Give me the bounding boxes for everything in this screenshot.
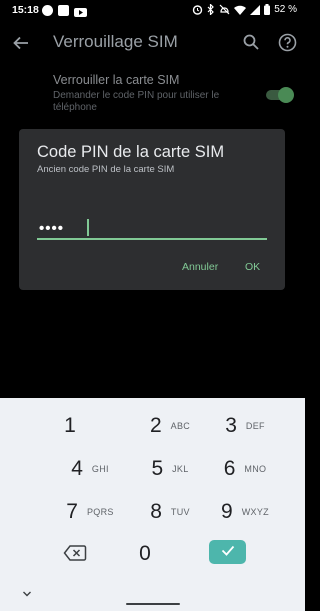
key-number: 0 xyxy=(139,542,151,565)
page-title: Verrouillage SIM xyxy=(53,32,178,51)
key-number: 1 xyxy=(64,414,76,437)
ok-button[interactable]: OK xyxy=(245,261,260,273)
key-letters: GHI xyxy=(91,464,109,474)
key-number: 3 xyxy=(225,414,237,437)
key-5[interactable]: 5 JKL xyxy=(135,454,205,484)
key-2[interactable]: 2 ABC xyxy=(135,411,205,441)
toggle-thumb xyxy=(278,87,294,103)
image-notification-icon xyxy=(58,5,69,16)
do-not-disturb-off-icon xyxy=(219,4,230,15)
alarm-icon xyxy=(192,4,203,15)
status-time: 15:18 xyxy=(12,4,39,16)
key-7[interactable]: 7 PQRS xyxy=(55,497,125,527)
lock-sim-setting[interactable]: Verrouiller la carte SIM Demander le cod… xyxy=(53,73,243,114)
bluetooth-icon xyxy=(207,4,215,15)
key-6[interactable]: 6 MNO xyxy=(210,454,280,484)
pin-input[interactable]: •••• xyxy=(37,214,267,240)
key-letters: MNO xyxy=(244,464,267,474)
key-number: 7 xyxy=(66,500,78,523)
enter-button[interactable] xyxy=(209,540,246,564)
wifi-icon xyxy=(234,5,247,15)
input-underline xyxy=(37,238,267,240)
key-letters: PQRS xyxy=(86,507,114,517)
key-number: 4 xyxy=(71,457,83,480)
battery-icon xyxy=(264,4,271,15)
check-icon xyxy=(221,543,235,561)
help-icon[interactable] xyxy=(278,33,297,52)
key-8[interactable]: 8 TUV xyxy=(135,497,205,527)
setting-summary: Demander le code PIN pour utiliser le té… xyxy=(53,90,220,113)
key-letters: JKL xyxy=(172,464,189,474)
dialog-subtitle: Ancien code PIN de la carte SIM xyxy=(37,164,175,175)
key-letters: ABC xyxy=(170,421,191,431)
chevron-down-icon[interactable] xyxy=(21,586,33,597)
key-number: 8 xyxy=(150,500,162,523)
key-letters: WXYZ xyxy=(241,507,269,517)
key-0[interactable]: 0 xyxy=(110,539,180,569)
key-3[interactable]: 3 DEF xyxy=(210,411,280,441)
navigation-handle[interactable] xyxy=(126,603,180,605)
key-number: 2 xyxy=(149,414,162,437)
key-4[interactable]: 4 GHI xyxy=(55,454,125,484)
key-9[interactable]: 9 WXYZ xyxy=(210,497,280,527)
sim-pin-dialog: Code PIN de la carte SIM Ancien code PIN… xyxy=(19,129,285,290)
key-letters: DEF xyxy=(245,421,265,431)
backspace-icon[interactable] xyxy=(63,544,87,562)
app-notification-icon xyxy=(42,5,53,16)
key-number: 6 xyxy=(223,457,236,480)
search-icon[interactable] xyxy=(242,33,260,51)
key-letters: TUV xyxy=(170,507,190,517)
lock-sim-toggle[interactable] xyxy=(266,87,294,103)
dialog-title: Code PIN de la carte SIM xyxy=(37,143,225,161)
status-bar: 15:18 52 % xyxy=(0,0,305,22)
battery-percentage: 52 % xyxy=(274,4,297,15)
signal-icon xyxy=(250,4,261,15)
cancel-button[interactable]: Annuler xyxy=(182,261,218,273)
key-number: 9 xyxy=(221,500,233,523)
key-1[interactable]: 1 xyxy=(35,411,105,441)
app-bar: Verrouillage SIM xyxy=(0,22,305,64)
back-arrow-icon[interactable] xyxy=(12,34,30,52)
setting-title: Verrouiller la carte SIM xyxy=(53,73,180,87)
text-cursor xyxy=(87,219,89,236)
key-number: 5 xyxy=(151,457,164,480)
pin-value: •••• xyxy=(39,220,65,237)
youtube-notification-icon xyxy=(74,5,87,23)
